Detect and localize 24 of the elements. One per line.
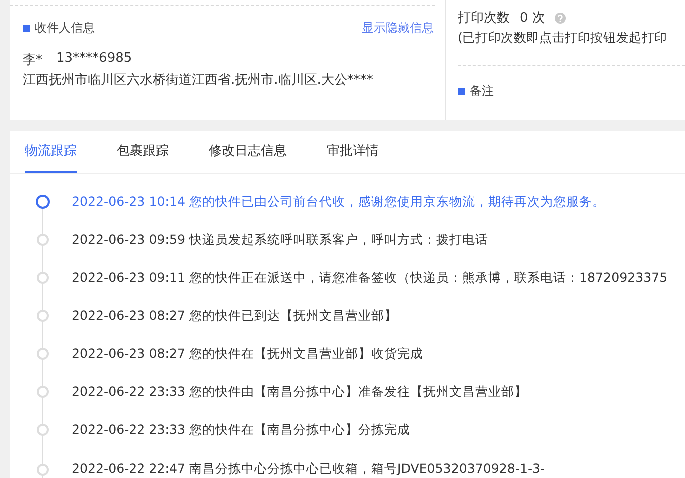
recipient-address: 江西抚州市临川区六水桥街道江西省.抚州市.临川区.大公****: [23, 72, 374, 89]
timeline-entry: 2022-06-23 09:11 您的快件正在派送中，请您准备签收（快递员：熊承博，联系电话：18720923375: [72, 270, 668, 286]
timeline-entry: 2022-06-22 22:47 南昌分拣中心分拣中心已收箱，箱号JDVE05320370928-1-3-: [72, 461, 546, 478]
recipient-name: 李*: [23, 52, 42, 69]
print-count-value: 0 次: [520, 10, 546, 27]
timeline-entry: 2022-06-22 23:33 您的快件由【南昌分拣中心】准备发往【抚州文昌营业部】: [72, 384, 528, 400]
recipient-phone: 13****6985: [56, 51, 132, 68]
timeline-entry: 2022-06-23 09:59 快递员发起系统呼叫联系客户，呼叫方式：拨打电话: [72, 232, 489, 248]
section-marker-icon: [458, 88, 465, 95]
tab[interactable]: 修改日志信息: [209, 131, 287, 173]
print-count-label: 打印次数: [458, 10, 510, 27]
timeline-entry: 2022-06-23 08:27 您的快件已到达【抚州文昌营业部】: [72, 308, 398, 324]
timeline-entry: 2022-06-23 08:27 您的快件在【抚州文昌营业部】收货完成: [72, 346, 424, 362]
section-marker-icon: [23, 25, 30, 32]
section-title: 备注: [470, 83, 494, 100]
tab[interactable]: 物流跟踪: [25, 131, 77, 173]
help-icon[interactable]: [555, 12, 566, 24]
timeline-entry: 2022-06-23 10:14 您的快件已由公司前台代收，感谢您使用京东物流，期待再次为您服务。: [72, 194, 606, 210]
tab[interactable]: 包裹跟踪: [117, 131, 169, 173]
show-hidden-info-link[interactable]: 显示隐藏信息: [362, 20, 434, 37]
timeline-entry: 2022-06-22 23:33 您的快件在【南昌分拣中心】分拣完成: [72, 422, 411, 438]
section-title: 收件人信息: [35, 20, 95, 37]
print-count-note: (已打印次数即点击打印按钮发起打印: [458, 30, 668, 47]
tab[interactable]: 审批详情: [327, 131, 379, 173]
